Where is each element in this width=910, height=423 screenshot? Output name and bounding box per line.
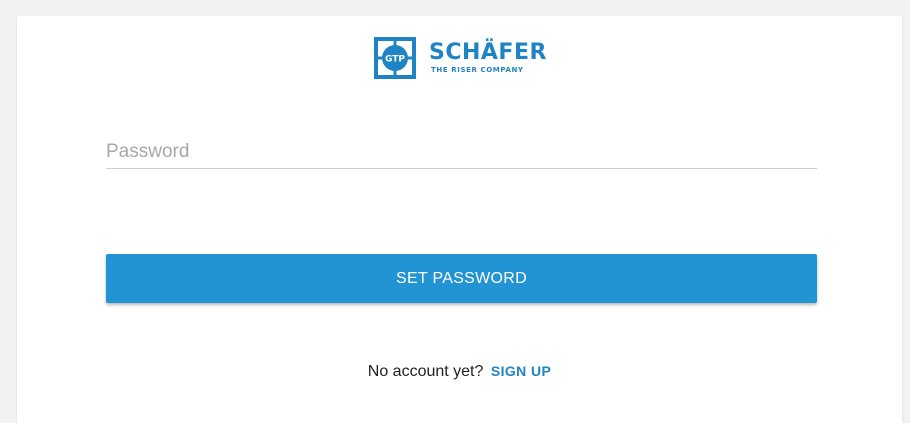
login-card: GTP SCHÄFER THE RISER COMPANY SET PASSWO… bbox=[17, 16, 902, 423]
brand-tagline: THE RISER COMPANY bbox=[431, 66, 524, 74]
logo-mark-text: GTP bbox=[385, 55, 405, 65]
signup-prompt: No account yet? SIGN UP bbox=[17, 363, 902, 381]
password-input[interactable] bbox=[106, 138, 817, 166]
set-password-button[interactable]: SET PASSWORD bbox=[106, 254, 817, 303]
sign-up-link[interactable]: SIGN UP bbox=[491, 363, 551, 379]
no-account-text: No account yet? bbox=[367, 363, 484, 380]
brand-text: SCHÄFER THE RISER COMPANY bbox=[429, 41, 547, 75]
gtp-logo-icon: GTP bbox=[374, 37, 416, 79]
brand-logo: GTP SCHÄFER THE RISER COMPANY bbox=[373, 36, 547, 80]
password-field-container bbox=[106, 138, 817, 169]
brand-name: SCHÄFER bbox=[429, 40, 547, 65]
